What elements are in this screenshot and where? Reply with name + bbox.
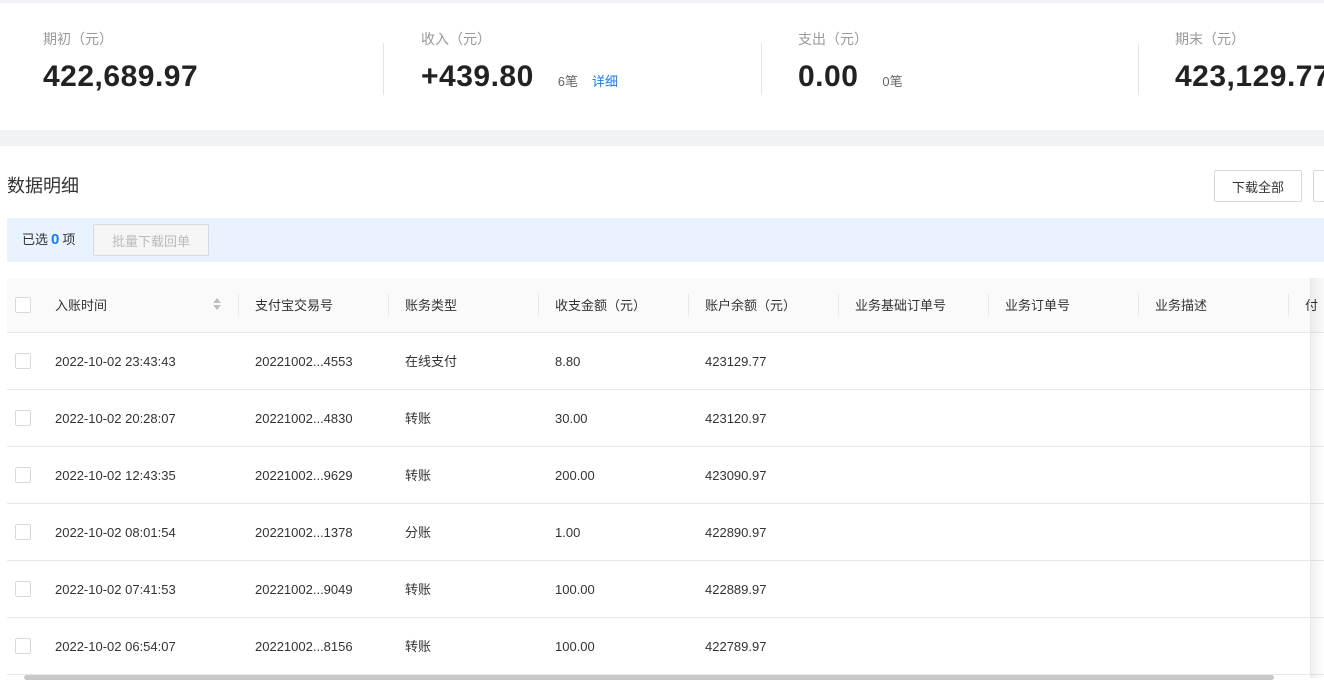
cell-time: 2022-10-02 06:54:07 [55,639,176,654]
table-row[interactable]: 2022-10-02 20:28:07 20221002...4830 转账 3… [7,390,1324,447]
stat-expense-label: 支出（元） [798,31,868,47]
col-header-amount: 收支金额（元） [555,298,647,313]
stat-income-count: 6笔 [557,74,579,89]
cell-amount: 1.00 [555,525,581,540]
select-all-checkbox[interactable] [15,297,31,313]
column-separator [388,294,389,316]
stat-opening-value: 422,689.97 [43,60,199,93]
cell-amount: 8.80 [555,354,581,369]
selection-prefix: 已选 [22,232,49,247]
cell-time: 2022-10-02 07:41:53 [55,582,176,597]
cell-balance: 422789.97 [705,639,767,654]
cell-trade-no: 20221002...4553 [255,354,353,369]
col-header-order: 业务订单号 [1005,298,1071,313]
cell-balance: 422890.97 [705,525,767,540]
cell-trade-no: 20221002...8156 [255,639,353,654]
column-separator [838,294,839,316]
column-separator [238,294,239,316]
stat-income-value: +439.80 [421,60,534,93]
more-button[interactable] [1313,170,1324,202]
fixed-column-shadow [1310,278,1324,678]
row-checkbox[interactable] [15,353,31,369]
table-row[interactable]: 2022-10-02 08:01:54 20221002...1378 分账 1… [7,504,1324,561]
divider [1138,43,1139,95]
summary-panel: 期初（元） 422,689.97 收入（元） +439.80 6笔 详细 支出（… [0,0,1324,130]
divider [761,43,762,95]
col-header-type: 账务类型 [405,298,458,313]
stat-closing: 期末（元） 423,129.77 [1175,29,1324,97]
stat-expense: 支出（元） 0.00 0笔 [798,29,903,97]
row-checkbox[interactable] [15,467,31,483]
stat-closing-label: 期末（元） [1175,31,1245,47]
row-checkbox[interactable] [15,581,31,597]
cell-trade-no: 20221002...9049 [255,582,353,597]
cell-type: 转账 [405,639,432,654]
divider [383,43,384,95]
detail-panel: 数据明细 下载全部 已选 0 项 批量下载回单 入账时间 支付宝交易号 账务类型 收… [0,146,1324,680]
stat-closing-value: 423,129.77 [1175,60,1324,93]
stat-expense-count: 0笔 [882,74,903,89]
stat-income: 收入（元） +439.80 6笔 详细 [421,29,618,97]
cell-type: 在线支付 [405,354,458,369]
cell-amount: 100.00 [555,582,595,597]
col-header-description: 业务描述 [1155,298,1208,313]
cell-trade-no: 20221002...9629 [255,468,353,483]
cell-time: 2022-10-02 23:43:43 [55,354,176,369]
cell-trade-no: 20221002...1378 [255,525,353,540]
cell-balance: 423090.97 [705,468,767,483]
cell-type: 转账 [405,468,432,483]
table-row[interactable]: 2022-10-02 06:54:07 20221002...8156 转账 1… [7,618,1324,675]
column-separator [1288,294,1289,316]
selection-bar: 已选 0 项 批量下载回单 [7,218,1324,262]
table-header: 入账时间 支付宝交易号 账务类型 收支金额（元） 账户余额（元） 业务基础订单号… [7,278,1324,333]
table-row[interactable]: 2022-10-02 12:43:35 20221002...9629 转账 2… [7,447,1324,504]
row-checkbox[interactable] [15,524,31,540]
cell-trade-no: 20221002...4830 [255,411,353,426]
cell-amount: 100.00 [555,639,595,654]
column-separator [1138,294,1139,316]
stat-opening-label: 期初（元） [43,31,113,47]
horizontal-scrollbar[interactable] [24,675,1274,680]
cell-time: 2022-10-02 12:43:35 [55,468,176,483]
selection-count: 0 [51,231,60,248]
col-header-trade-no: 支付宝交易号 [255,298,334,313]
table-row[interactable]: 2022-10-02 23:43:43 20221002...4553 在线支付… [7,333,1324,390]
cell-amount: 30.00 [555,411,588,426]
cell-time: 2022-10-02 20:28:07 [55,411,176,426]
income-detail-link[interactable]: 详细 [592,71,618,90]
cell-balance: 423129.77 [705,354,767,369]
selection-suffix: 项 [62,232,76,247]
cell-balance: 423120.97 [705,411,767,426]
row-checkbox[interactable] [15,638,31,654]
cell-type: 分账 [405,525,432,540]
col-header-base-order: 业务基础订单号 [855,298,947,313]
cell-type: 转账 [405,582,432,597]
cell-type: 转账 [405,411,432,426]
column-separator [988,294,989,316]
download-all-button[interactable]: 下载全部 [1214,170,1302,202]
batch-download-receipt-button[interactable]: 批量下载回单 [93,224,209,256]
col-header-time: 入账时间 [55,298,108,313]
cell-balance: 422889.97 [705,582,767,597]
sort-icon[interactable] [213,298,221,312]
row-checkbox[interactable] [15,410,31,426]
detail-title: 数据明细 [7,176,79,196]
cell-time: 2022-10-02 08:01:54 [55,525,176,540]
cell-amount: 200.00 [555,468,595,483]
column-separator [538,294,539,316]
selection-text: 已选 0 项 [22,231,75,249]
col-header-balance: 账户余额（元） [705,298,797,313]
table-row[interactable]: 2022-10-02 07:41:53 20221002...9049 转账 1… [7,561,1324,618]
stat-income-label: 收入（元） [421,31,491,47]
stat-opening: 期初（元） 422,689.97 [43,29,198,97]
stat-expense-value: 0.00 [798,60,859,93]
transactions-table: 入账时间 支付宝交易号 账务类型 收支金额（元） 账户余额（元） 业务基础订单号… [7,278,1324,675]
column-separator [688,294,689,316]
